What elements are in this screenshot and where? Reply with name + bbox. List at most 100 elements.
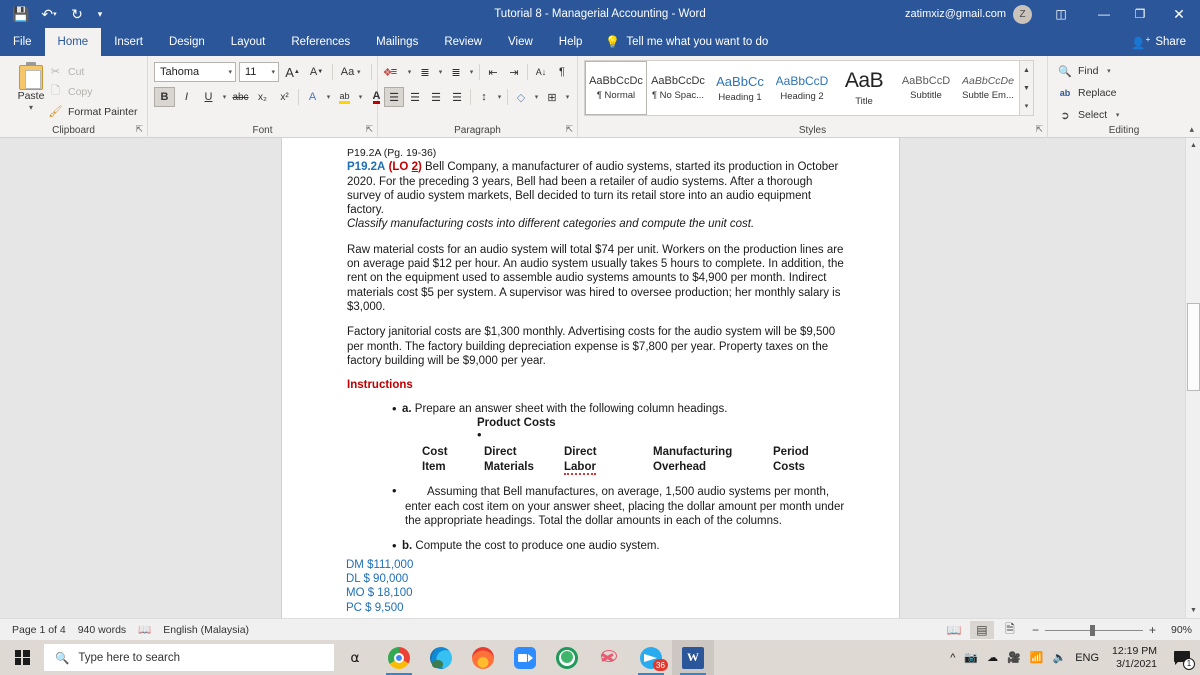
tab-references[interactable]: References xyxy=(278,28,363,56)
taskbar-app-word[interactable]: W xyxy=(672,640,714,675)
print-layout-button[interactable]: ▤ xyxy=(969,621,994,639)
taskbar-app-firefox[interactable] xyxy=(462,640,504,675)
proofing-icon[interactable]: 📖 xyxy=(138,623,151,636)
scroll-down-icon[interactable]: ▼ xyxy=(1186,603,1200,618)
multilevel-list-button[interactable]: ≣ xyxy=(446,62,466,82)
superscript-button[interactable]: x² xyxy=(274,87,295,107)
undo-icon[interactable]: ↶ ▾ xyxy=(36,3,62,25)
close-button[interactable]: ✕ xyxy=(1158,0,1200,28)
zoom-in-button[interactable]: + xyxy=(1149,623,1156,637)
bold-button[interactable]: B xyxy=(154,87,175,107)
numbering-chevron-icon[interactable]: ▾ xyxy=(436,68,445,76)
taskbar-app-telegram[interactable]: 36 xyxy=(630,640,672,675)
chevron-down-icon[interactable]: ▾ xyxy=(29,103,33,112)
subscript-button[interactable]: x₂ xyxy=(252,87,273,107)
account-email[interactable]: zatimxiz@gmail.com xyxy=(905,8,1006,20)
text-effects-chevron-icon[interactable]: ▾ xyxy=(324,93,333,101)
share-button[interactable]: 👤+ Share xyxy=(1125,28,1192,56)
scroll-up-icon[interactable]: ▲ xyxy=(1186,138,1200,153)
language-indicator[interactable]: ENG xyxy=(1075,652,1099,664)
italic-button[interactable]: I xyxy=(176,87,197,107)
screen-recorder-icon[interactable]: 📷 xyxy=(964,651,978,664)
font-name-combobox[interactable]: Tahoma ▾ xyxy=(154,62,236,82)
line-spacing-button[interactable]: ↕ xyxy=(474,87,494,107)
line-spacing-chevron-icon[interactable]: ▾ xyxy=(495,93,504,101)
cut-button[interactable]: ✂ Cut xyxy=(48,63,137,80)
taskbar-app-zoom[interactable] xyxy=(504,640,546,675)
bullets-chevron-icon[interactable]: ▾ xyxy=(405,68,414,76)
multilevel-chevron-icon[interactable]: ▾ xyxy=(467,68,476,76)
shading-chevron-icon[interactable]: ▾ xyxy=(532,93,541,101)
decrease-indent-button[interactable]: ⇤ xyxy=(483,62,503,82)
copy-button[interactable]: 🗋 Copy xyxy=(48,83,137,100)
onedrive-cloud-icon[interactable]: ☁ xyxy=(987,651,998,664)
replace-button[interactable]: ab Replace xyxy=(1058,84,1122,102)
borders-button[interactable]: ⊞ xyxy=(542,87,562,107)
document-page[interactable]: P19.2A (Pg. 19-36) P19.2A (LO 2) Bell Co… xyxy=(281,138,900,618)
start-button[interactable] xyxy=(0,640,44,675)
tell-me-search[interactable]: 💡 Tell me what you want to do xyxy=(595,28,778,56)
font-dialog-launcher-icon[interactable]: ⇱ xyxy=(365,124,373,135)
avatar[interactable]: Z xyxy=(1013,4,1032,24)
language-indicator[interactable]: English (Malaysia) xyxy=(163,624,249,636)
page-indicator[interactable]: Page 1 of 4 xyxy=(12,624,66,636)
shrink-font-button[interactable]: A ▼ xyxy=(306,62,327,82)
taskbar-search-box[interactable]: 🔍 Type here to search xyxy=(44,644,334,671)
align-center-button[interactable]: ☰ xyxy=(405,87,425,107)
style-subtle-emphasis[interactable]: AaBbCcDe Subtle Em... xyxy=(957,61,1019,115)
underline-options-chevron-icon[interactable]: ▾ xyxy=(220,93,229,101)
sort-button[interactable]: A↓ xyxy=(531,62,551,82)
zoom-slider[interactable] xyxy=(1044,624,1143,636)
style-normal[interactable]: AaBbCcDc ¶ Normal xyxy=(585,61,647,115)
select-button[interactable]: ➲ Select ▾ xyxy=(1058,106,1122,124)
highlight-chevron-icon[interactable]: ▾ xyxy=(356,93,365,101)
align-right-button[interactable]: ☰ xyxy=(426,87,446,107)
zoom-out-button[interactable]: − xyxy=(1032,623,1039,637)
format-painter-button[interactable]: 🖌 Format Painter xyxy=(48,103,138,120)
tab-design[interactable]: Design xyxy=(156,28,218,56)
redo-icon[interactable]: ↻ xyxy=(64,3,90,25)
strikethrough-button[interactable]: abc xyxy=(230,87,251,107)
taskbar-app-snipping-tool[interactable] xyxy=(588,640,630,675)
clipboard-dialog-launcher-icon[interactable]: ⇱ xyxy=(135,124,143,135)
taskbar-app-edge[interactable] xyxy=(420,640,462,675)
borders-chevron-icon[interactable]: ▾ xyxy=(563,93,572,101)
tab-mailings[interactable]: Mailings xyxy=(363,28,431,56)
customize-qat-icon[interactable]: ▾ xyxy=(92,3,108,25)
taskbar-app-chrome[interactable] xyxy=(378,640,420,675)
styles-more-icon[interactable]: ▾ xyxy=(1025,97,1029,114)
taskbar-app-green[interactable] xyxy=(546,640,588,675)
tab-view[interactable]: View xyxy=(495,28,546,56)
text-effects-button[interactable]: A xyxy=(302,87,323,107)
word-count[interactable]: 940 words xyxy=(78,624,126,636)
zoom-level[interactable]: 90% xyxy=(1162,624,1192,636)
web-layout-button[interactable]: 🗎 xyxy=(998,621,1022,639)
underline-button[interactable]: U xyxy=(198,87,219,107)
find-chevron-icon[interactable]: ▾ xyxy=(1104,67,1113,75)
read-mode-button[interactable]: 📖 xyxy=(942,621,966,639)
styles-scroll-down-icon[interactable]: ▼ xyxy=(1023,80,1030,97)
show-hidden-icons-chevron-icon[interactable]: ^ xyxy=(950,652,955,664)
task-view-button[interactable]: ⍺ xyxy=(334,649,376,666)
style-heading-1[interactable]: AaBbCc Heading 1 xyxy=(709,61,771,115)
select-chevron-icon[interactable]: ▾ xyxy=(1113,111,1122,119)
justify-button[interactable]: ☰ xyxy=(447,87,467,107)
increase-indent-button[interactable]: ⇥ xyxy=(504,62,524,82)
collapse-ribbon-icon[interactable]: ▴ xyxy=(1189,124,1194,135)
style-title[interactable]: AaB Title xyxy=(833,61,895,115)
grow-font-button[interactable]: A ▲ xyxy=(282,62,303,82)
vertical-scrollbar[interactable]: ▲ ▼ xyxy=(1185,138,1200,618)
font-size-combobox[interactable]: 11 ▾ xyxy=(239,62,279,82)
tab-insert[interactable]: Insert xyxy=(101,28,156,56)
numbering-button[interactable]: ≣ xyxy=(415,62,435,82)
clock[interactable]: 12:19 PM 3/1/2021 xyxy=(1112,645,1157,671)
tab-help[interactable]: Help xyxy=(546,28,596,56)
show-formatting-marks-button[interactable]: ¶ xyxy=(552,62,572,82)
tab-file[interactable]: File xyxy=(0,28,45,56)
ribbon-display-options-icon[interactable]: ◫ xyxy=(1046,0,1076,28)
align-left-button[interactable]: ☰ xyxy=(384,87,404,107)
highlight-button[interactable]: ab xyxy=(334,87,355,107)
change-case-button[interactable]: Aa ▾ xyxy=(338,62,366,82)
tab-review[interactable]: Review xyxy=(431,28,495,56)
style-subtitle[interactable]: AaBbCcD Subtitle xyxy=(895,61,957,115)
